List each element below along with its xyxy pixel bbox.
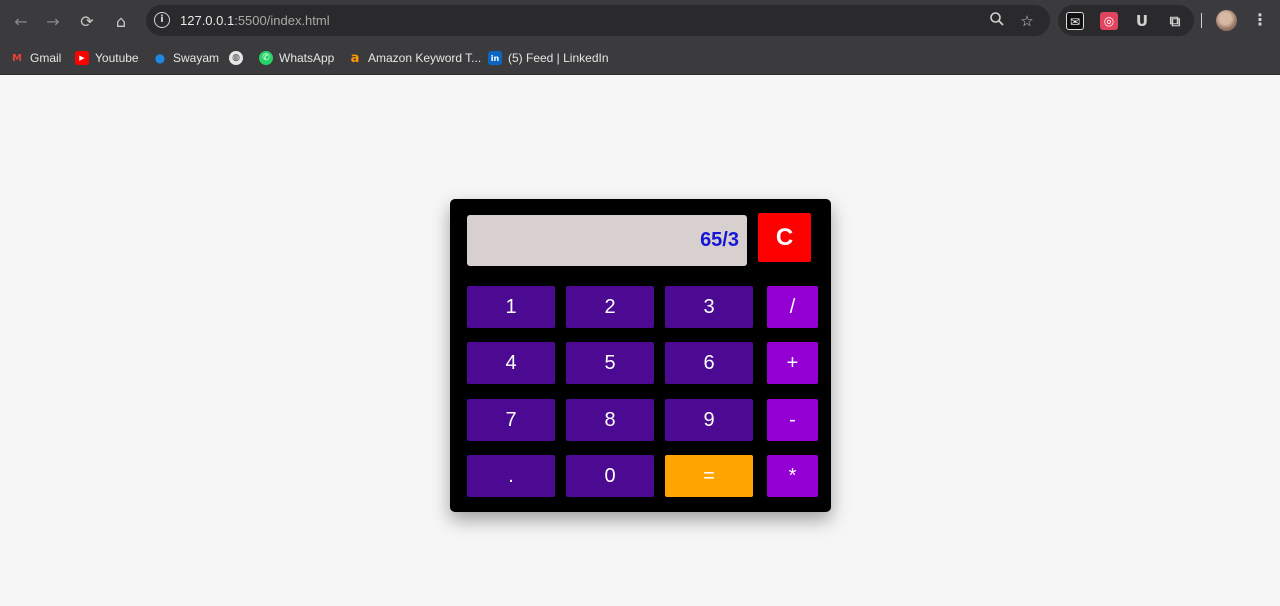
page-content: 65/3 C 1 2 3 / 4 5 6 + 7 8 9 - . 0 = * bbox=[0, 75, 1280, 606]
bookmark-label: Swayam bbox=[173, 51, 220, 65]
bookmark-label: WhatsApp bbox=[279, 51, 335, 65]
reload-icon[interactable]: ⟳ bbox=[74, 8, 100, 34]
bookmark-swayam[interactable]: ● Swayam bbox=[153, 48, 219, 68]
clear-button[interactable]: C bbox=[758, 213, 811, 262]
bookmark-star-icon[interactable]: ☆ bbox=[1017, 11, 1037, 31]
bookmark-globe[interactable]: ◍ bbox=[229, 48, 243, 68]
key-8[interactable]: 8 bbox=[566, 399, 654, 441]
key-multiply[interactable]: * bbox=[767, 455, 818, 497]
extension-u-icon[interactable]: U bbox=[1133, 12, 1151, 30]
calculator: 65/3 C 1 2 3 / 4 5 6 + 7 8 9 - . 0 = * bbox=[450, 199, 831, 512]
bookmark-youtube[interactable]: ▶ Youtube bbox=[75, 48, 139, 68]
bookmark-label: Youtube bbox=[95, 51, 139, 65]
key-2[interactable]: 2 bbox=[566, 286, 654, 328]
extensions-area: ✉ ◎ U ⧉ bbox=[1058, 5, 1194, 36]
key-9[interactable]: 9 bbox=[665, 399, 753, 441]
zoom-icon[interactable] bbox=[987, 11, 1007, 31]
url-host: 127.0.0.1 bbox=[180, 13, 235, 28]
back-icon[interactable]: ← bbox=[8, 8, 34, 34]
forward-icon[interactable]: → bbox=[40, 8, 66, 34]
amazon-icon: a bbox=[350, 50, 360, 66]
bookmark-label: Gmail bbox=[30, 51, 62, 65]
browser-toolbar: ← → ⟳ ⌂ i 127.0.0.1:5500/index.html ☆ ✉ … bbox=[0, 0, 1280, 41]
address-bar[interactable]: i 127.0.0.1:5500/index.html ☆ bbox=[146, 5, 1050, 36]
bookmark-label: (5) Feed | LinkedIn bbox=[508, 51, 609, 65]
bookmark-amazon-keyword[interactable]: a Amazon Keyword T... bbox=[348, 48, 482, 68]
key-6[interactable]: 6 bbox=[665, 342, 753, 384]
address-url[interactable]: 127.0.0.1:5500/index.html bbox=[180, 13, 330, 28]
globe-icon: ◍ bbox=[229, 51, 243, 65]
extensions-puzzle-icon[interactable]: ⧉ bbox=[1166, 12, 1184, 30]
linkedin-icon: in bbox=[488, 51, 502, 65]
key-minus[interactable]: - bbox=[767, 399, 818, 441]
key-0[interactable]: 0 bbox=[566, 455, 654, 497]
key-1[interactable]: 1 bbox=[467, 286, 555, 328]
whatsapp-icon: ✆ bbox=[259, 51, 273, 65]
key-decimal[interactable]: . bbox=[467, 455, 555, 497]
calculator-display: 65/3 bbox=[467, 215, 747, 266]
key-5[interactable]: 5 bbox=[566, 342, 654, 384]
bookmark-linkedin[interactable]: in (5) Feed | LinkedIn bbox=[488, 48, 609, 68]
key-divide[interactable]: / bbox=[767, 286, 818, 328]
bookmark-gmail[interactable]: M Gmail bbox=[10, 48, 61, 68]
extension-screenshot-icon[interactable]: ◎ bbox=[1100, 12, 1118, 30]
swayam-icon: ● bbox=[154, 51, 166, 65]
key-7[interactable]: 7 bbox=[467, 399, 555, 441]
toolbar-divider bbox=[1201, 13, 1202, 28]
browser-menu-icon[interactable]: ⋮ bbox=[1252, 10, 1268, 30]
url-path: :5500/index.html bbox=[234, 13, 330, 28]
key-3[interactable]: 3 bbox=[665, 286, 753, 328]
home-icon[interactable]: ⌂ bbox=[108, 8, 134, 34]
gmail-icon: M bbox=[12, 52, 22, 64]
bookmark-whatsapp[interactable]: ✆ WhatsApp bbox=[259, 48, 334, 68]
key-plus[interactable]: + bbox=[767, 342, 818, 384]
extension-mail-icon[interactable]: ✉ bbox=[1066, 12, 1084, 30]
bookmark-label: Amazon Keyword T... bbox=[368, 51, 482, 65]
profile-avatar[interactable] bbox=[1216, 10, 1237, 31]
key-equals[interactable]: = bbox=[665, 455, 753, 497]
key-4[interactable]: 4 bbox=[467, 342, 555, 384]
bookmarks-bar: M Gmail ▶ Youtube ● Swayam ◍ ✆ WhatsApp … bbox=[0, 41, 1280, 75]
site-info-icon[interactable]: i bbox=[154, 12, 170, 28]
youtube-icon: ▶ bbox=[75, 51, 89, 65]
